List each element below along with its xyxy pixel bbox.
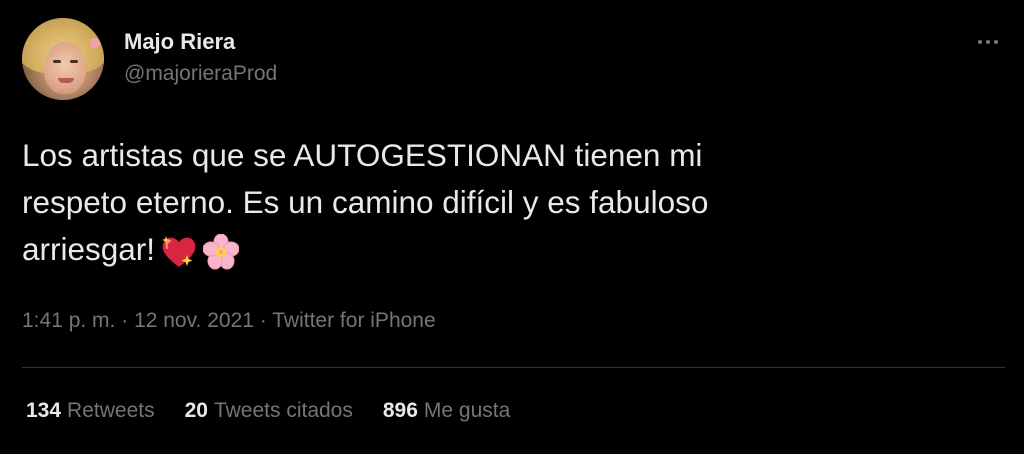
likes-label: Me gusta <box>423 399 511 422</box>
tweet-text-line: respeto eterno. Es un camino difícil y e… <box>22 184 709 220</box>
tweet-stats: 134 Retweets 20 Tweets citados 896 Me gusta <box>26 399 510 423</box>
quote-tweets-stat[interactable]: 20 Tweets citados <box>185 399 353 423</box>
more-dot <box>986 40 990 44</box>
sparkling-heart-icon <box>161 235 197 269</box>
display-name[interactable]: Majo Riera <box>124 29 235 55</box>
divider <box>22 367 1005 368</box>
tweet-text-fragment: arriesgar! <box>22 231 156 267</box>
tweet-text-line: Los artistas que se AUTOGESTIONAN tienen… <box>22 137 703 173</box>
meta-separator: · <box>253 309 273 332</box>
meta-separator: · <box>115 309 135 332</box>
avatar-eye-left <box>53 60 61 63</box>
avatar-face <box>44 42 86 94</box>
tweet-date[interactable]: 12 nov. 2021 <box>134 309 254 332</box>
more-options-icon[interactable] <box>970 30 1006 54</box>
likes-stat[interactable]: 896 Me gusta <box>383 399 510 423</box>
likes-count: 896 <box>382 399 418 422</box>
avatar-mouth <box>58 78 74 83</box>
retweets-count: 134 <box>26 399 62 422</box>
tweet-text-line-last: arriesgar! <box>22 226 962 273</box>
more-dot <box>994 40 998 44</box>
tweet-meta: 1:41 p. m. · 12 nov. 2021 · Twitter for … <box>22 309 436 333</box>
tweet-time[interactable]: 1:41 p. m. <box>22 309 115 332</box>
avatar-flower <box>90 38 100 48</box>
avatar-eye-right <box>70 60 78 63</box>
retweets-stat[interactable]: 134 Retweets <box>26 399 155 423</box>
more-dot <box>978 40 982 44</box>
tweet-source[interactable]: Twitter for iPhone <box>272 309 435 332</box>
retweets-label: Retweets <box>67 399 155 422</box>
tweet-text: Los artistas que se AUTOGESTIONAN tienen… <box>22 132 962 273</box>
user-handle[interactable]: @majorieraProd <box>124 62 277 86</box>
quote-tweets-count: 20 <box>184 399 208 422</box>
tweet-card: Majo Riera @majorieraProd Los artistas q… <box>0 0 1024 454</box>
cherry-blossom-icon <box>203 233 240 270</box>
avatar[interactable] <box>22 18 104 100</box>
quote-tweets-label: Tweets citados <box>213 399 353 422</box>
